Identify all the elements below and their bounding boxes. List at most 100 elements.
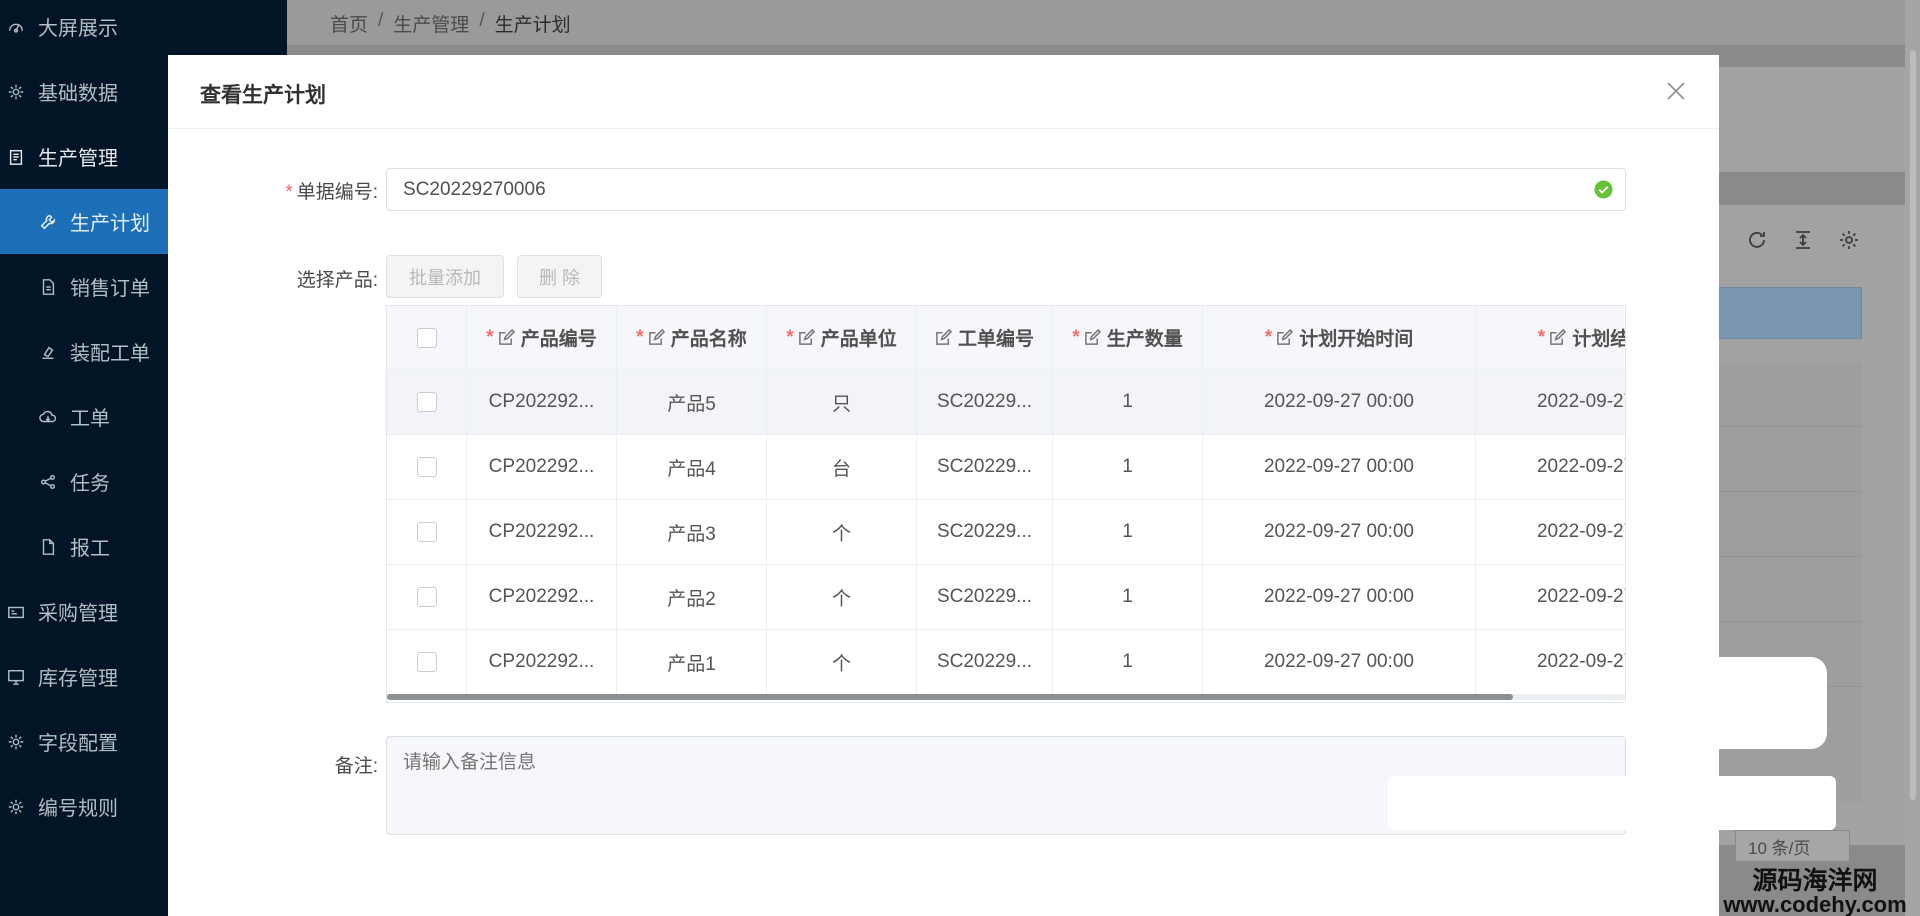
doc-no-value: SC20229270006 <box>403 178 546 200</box>
cell-unit: 台 <box>767 435 917 499</box>
cell-plan-end: 2022-09-27 00:00 <box>1476 435 1625 499</box>
product-table: * 产品编号 * 产品名称 * 产品单位 工单编号 * 生产数量 * 计划开始时间 * 计划… <box>386 305 1626 703</box>
required-mark: * <box>786 326 794 348</box>
edit-icon <box>798 329 815 345</box>
required-mark: * <box>486 326 494 348</box>
dashboard-icon <box>6 17 26 37</box>
brush-icon <box>38 342 58 362</box>
table-row[interactable]: CP202292... 产品2 个 SC20229... 1 2022-09-2… <box>387 565 1625 630</box>
col-header-product-name: * 产品名称 <box>617 306 767 369</box>
cell-work-order-no: SC20229... <box>917 565 1053 629</box>
table-row[interactable]: CP202292... 产品4 台 SC20229... 1 2022-09-2… <box>387 435 1625 500</box>
doc-no-input[interactable]: SC20229270006 <box>386 168 1626 211</box>
row-checkbox[interactable] <box>416 522 437 542</box>
col-header-label: 产品编号 <box>520 329 597 350</box>
delete-button[interactable]: 删 除 <box>517 255 602 298</box>
row-checkbox[interactable] <box>416 392 437 412</box>
cell-plan-start: 2022-09-27 00:00 <box>1203 630 1476 694</box>
breadcrumb-separator: / <box>479 10 485 31</box>
cell-product-code: CP202292... <box>467 500 617 564</box>
product-label: 选择产品: <box>296 270 378 291</box>
required-mark: * <box>285 182 293 203</box>
sidebar-item-label: 大屏展示 <box>38 18 118 40</box>
settings-icon[interactable] <box>1837 228 1861 257</box>
required-mark: * <box>636 326 644 348</box>
sidebar-item-dashboard[interactable]: 大屏展示 <box>0 0 287 59</box>
edit-icon <box>936 329 952 345</box>
close-button[interactable] <box>1663 78 1689 104</box>
row-checkbox[interactable] <box>416 652 437 672</box>
col-header-plan-end: * 计划结束时间 <box>1476 306 1625 369</box>
batch-add-button[interactable]: 批量添加 <box>386 255 504 298</box>
monitor-icon <box>6 667 26 687</box>
page-size-select[interactable]: 10 条/页 <box>1735 830 1850 862</box>
watermark: 源码海洋网 www.codehy.com <box>1710 869 1920 916</box>
gear-icon <box>6 797 26 817</box>
sidebar-item-label: 任务 <box>70 473 110 495</box>
table-row <box>1716 362 1862 427</box>
table-row <box>1716 427 1862 492</box>
cell-plan-end: 2022-09-27 00:00 <box>1476 630 1625 694</box>
table-row <box>1716 492 1862 557</box>
product-table-body: * 产品编号 * 产品名称 * 产品单位 工单编号 * 生产数量 * 计划开始时间 * 计划… <box>387 306 1625 695</box>
cell-plan-start: 2022-09-27 00:00 <box>1203 565 1476 629</box>
file-icon <box>38 537 58 557</box>
cell-quantity: 1 <box>1053 435 1203 499</box>
cell-product-name: 产品4 <box>617 435 767 499</box>
sidebar-item-label: 报工 <box>70 538 110 560</box>
page-scrollbar-thumb[interactable] <box>1910 50 1916 800</box>
row-checkbox[interactable] <box>416 587 437 607</box>
table-horizontal-scrollbar[interactable] <box>387 694 1625 700</box>
cell-unit: 个 <box>767 565 917 629</box>
cell-plan-start: 2022-09-27 00:00 <box>1203 370 1476 434</box>
col-header-product-code: * 产品编号 <box>467 306 617 369</box>
required-mark: * <box>1537 326 1546 348</box>
row-select-cell <box>387 370 467 434</box>
col-header-label: 工单编号 <box>957 329 1034 350</box>
table-row[interactable]: CP202292... 产品5 只 SC20229... 1 2022-09-2… <box>387 370 1625 435</box>
dialog-title: 查看生产计划 <box>200 84 326 107</box>
document-icon <box>38 277 58 297</box>
table-toolbar <box>1745 228 1861 257</box>
sidebar-item-label: 基础数据 <box>38 83 118 105</box>
table-row[interactable]: CP202292... 产品3 个 SC20229... 1 2022-09-2… <box>387 500 1625 565</box>
cell-unit: 个 <box>767 630 917 694</box>
cloud-icon <box>38 407 58 427</box>
cell-product-code: CP202292... <box>467 630 617 694</box>
row-checkbox[interactable] <box>416 457 437 477</box>
doc-no-label-text: 单据编号: <box>296 182 378 203</box>
sidebar-item-label: 销售订单 <box>70 278 150 300</box>
doc-no-label: * 单据编号: <box>178 177 378 204</box>
breadcrumb-separator: / <box>378 10 384 31</box>
sidebar-item-label: 库存管理 <box>38 668 118 690</box>
success-check-icon <box>1594 180 1613 199</box>
row-select-cell <box>387 500 467 564</box>
required-mark: * <box>1072 326 1080 348</box>
alert-bar <box>1716 287 1862 339</box>
search-card <box>1700 67 1905 172</box>
overlay-patch <box>1388 776 1836 830</box>
gear-icon <box>6 732 26 752</box>
cell-work-order-no: SC20229... <box>917 630 1053 694</box>
sidebar-item-label: 生产计划 <box>70 213 150 235</box>
table-scrollbar-thumb[interactable] <box>387 694 1513 700</box>
cell-quantity: 1 <box>1053 500 1203 564</box>
col-header-label: 计划开始时间 <box>1299 329 1414 350</box>
cell-plan-end: 2022-09-27 00:00 <box>1476 500 1625 564</box>
overlay-patch <box>1660 657 1827 749</box>
cell-product-name: 产品3 <box>617 500 767 564</box>
column-height-icon[interactable] <box>1791 228 1815 257</box>
col-header-label: 产品单位 <box>820 329 897 350</box>
watermark-url: www.codehy.com <box>1723 892 1907 916</box>
row-select-cell <box>387 565 467 629</box>
sidebar-item-label: 工单 <box>70 408 110 430</box>
refresh-icon[interactable] <box>1745 228 1769 257</box>
sidebar-item-label: 编号规则 <box>38 798 118 820</box>
table-row <box>1716 557 1862 622</box>
select-all-checkbox[interactable] <box>416 327 437 348</box>
table-row[interactable]: CP202292... 产品1 个 SC20229... 1 2022-09-2… <box>387 630 1625 695</box>
col-header-quantity: * 生产数量 <box>1053 306 1203 369</box>
breadcrumb-production[interactable]: 生产管理 <box>393 10 469 37</box>
breadcrumb-home[interactable]: 首页 <box>330 10 368 37</box>
col-header-label: 生产数量 <box>1106 329 1183 350</box>
